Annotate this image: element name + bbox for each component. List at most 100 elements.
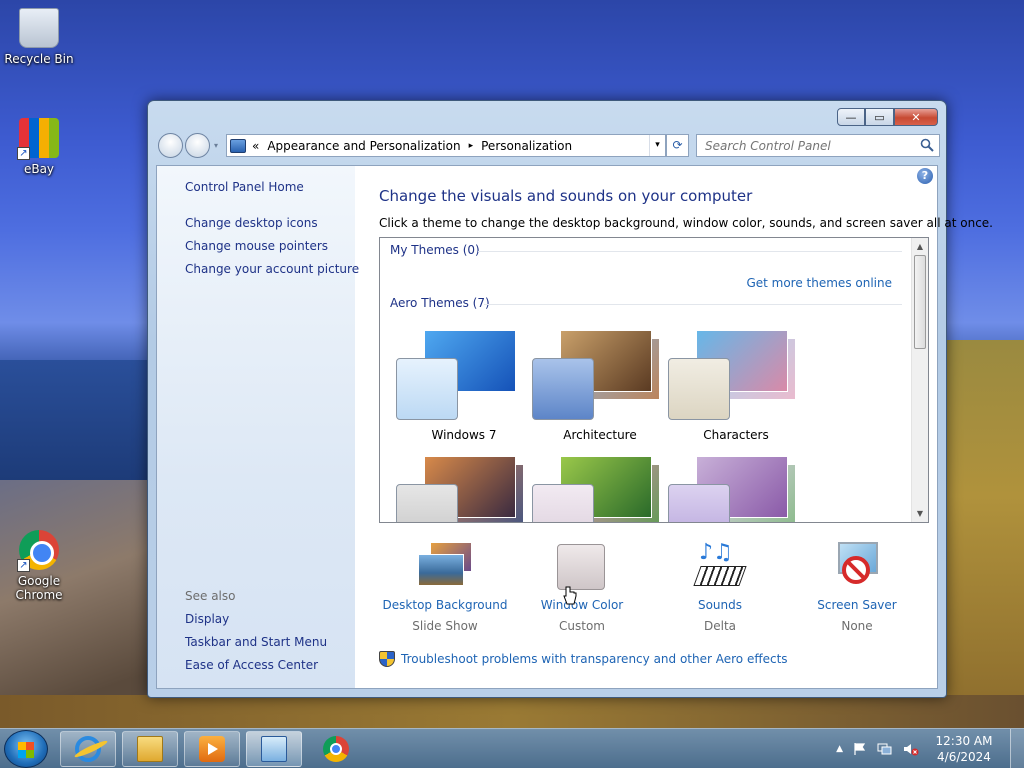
theme-color-swatch [532, 484, 594, 522]
desktop-icon-ebay[interactable]: ↗ eBay [1, 118, 77, 176]
scroll-up-arrow-icon[interactable]: ▲ [912, 238, 928, 255]
scroll-thumb[interactable] [914, 255, 926, 349]
address-chevrons[interactable]: « [252, 139, 259, 153]
media-player-icon [199, 736, 225, 762]
desktop-background-link[interactable]: Desktop Background [375, 598, 515, 612]
personalization-window: — ▭ ✕ ▾ « Appearance and Personalization… [147, 100, 993, 698]
change-desktop-icons-link[interactable]: Change desktop icons [185, 216, 318, 230]
desktop-wallpaper-grass [0, 695, 1024, 730]
search-input[interactable] [697, 135, 907, 156]
chrome-icon [323, 736, 349, 762]
notification-area: ▲ [831, 729, 924, 768]
forward-button[interactable] [185, 133, 210, 158]
chrome-icon: ↗ [17, 530, 59, 572]
desktop-background-item[interactable]: Desktop Background Slide Show [375, 540, 515, 633]
theme-color-swatch [668, 484, 730, 522]
taskbar-internet-explorer[interactable] [60, 731, 116, 767]
volume-muted-icon[interactable] [903, 742, 919, 756]
desktop-icon-google-chrome[interactable]: ↗ Google Chrome [1, 530, 77, 602]
window-color-value: Custom [559, 619, 605, 633]
network-icon[interactable] [877, 742, 893, 756]
theme-windows-7[interactable]: Windows 7 [396, 330, 532, 450]
theme-scenes[interactable] [668, 456, 804, 522]
window-color-item[interactable]: Window Color Custom [512, 540, 652, 633]
desktop-background-value: Slide Show [412, 619, 478, 633]
group-divider [478, 251, 902, 252]
troubleshoot-link[interactable]: Troubleshoot problems with transparency … [379, 651, 788, 667]
sounds-item[interactable]: ♪♫ Sounds Delta [650, 540, 790, 633]
theme-nature[interactable] [532, 456, 668, 522]
control-panel-icon [261, 736, 287, 762]
theme-label: Architecture [563, 428, 637, 442]
desktop-icon-label: Google Chrome [15, 574, 63, 602]
taskbar-control-panel[interactable] [246, 731, 302, 767]
see-also-heading: See also [185, 589, 236, 603]
desktop-wallpaper-cliff [0, 480, 160, 730]
my-themes-heading[interactable]: My Themes (0) [390, 243, 480, 257]
action-center-flag-icon[interactable] [853, 742, 867, 756]
breadcrumb-separator-icon[interactable]: ▸ [469, 141, 474, 151]
taskbar-start-menu-link[interactable]: Taskbar and Start Menu [185, 635, 327, 649]
theme-color-swatch [668, 358, 730, 420]
close-button[interactable]: ✕ [894, 108, 938, 126]
screen-saver-value: None [841, 619, 873, 633]
theme-list[interactable]: My Themes (0) Get more themes online Aer… [379, 237, 929, 523]
group-divider [484, 304, 902, 305]
theme-label: Windows 7 [431, 428, 497, 442]
folder-icon [137, 736, 163, 762]
breadcrumb-appearance[interactable]: Appearance and Personalization [267, 139, 460, 153]
search-icon[interactable] [919, 137, 935, 153]
show-desktop-button[interactable] [1010, 729, 1024, 768]
clock-date: 4/6/2024 [937, 750, 991, 764]
change-account-picture-link[interactable]: Change your account picture [185, 262, 359, 276]
sounds-value: Delta [703, 619, 736, 633]
theme-color-swatch [396, 484, 458, 522]
control-panel-home-link[interactable]: Control Panel Home [185, 180, 304, 194]
ease-of-access-link[interactable]: Ease of Access Center [185, 658, 318, 672]
show-hidden-icons-button[interactable]: ▲ [836, 744, 843, 754]
display-link[interactable]: Display [185, 612, 229, 626]
aero-themes-heading[interactable]: Aero Themes (7) [390, 296, 490, 310]
breadcrumb-personalization[interactable]: Personalization [481, 139, 572, 153]
desktop-icon-label: Recycle Bin [4, 52, 74, 66]
address-dropdown-button[interactable]: ▾ [649, 135, 665, 156]
address-bar[interactable]: « Appearance and Personalization ▸ Perso… [226, 134, 666, 157]
sounds-link[interactable]: Sounds [650, 598, 790, 612]
screen-saver-link[interactable]: Screen Saver [787, 598, 927, 612]
desktop-background-icon [416, 540, 474, 592]
change-mouse-pointers-link[interactable]: Change mouse pointers [185, 239, 328, 253]
minimize-button[interactable]: — [837, 108, 865, 126]
scroll-down-arrow-icon[interactable]: ▼ [912, 505, 928, 522]
page-title: Change the visuals and sounds on your co… [379, 187, 753, 205]
taskbar-google-chrome[interactable] [308, 731, 364, 767]
page-subtitle: Click a theme to change the desktop back… [379, 216, 993, 230]
navigation-bar: ▾ « Appearance and Personalization ▸ Per… [156, 133, 940, 159]
recent-pages-dropdown[interactable]: ▾ [214, 141, 224, 151]
theme-list-scrollbar[interactable]: ▲ ▼ [911, 238, 928, 522]
theme-landscapes[interactable] [396, 456, 532, 522]
theme-characters[interactable]: Characters [668, 330, 804, 450]
window-color-icon [553, 540, 611, 605]
help-icon[interactable]: ? [917, 168, 933, 184]
uac-shield-icon [379, 651, 395, 667]
get-more-themes-link[interactable]: Get more themes online [746, 276, 892, 290]
start-button[interactable] [4, 730, 48, 768]
refresh-button[interactable]: ⟳ [666, 134, 689, 157]
recycle-bin-icon [19, 8, 59, 48]
window-color-link[interactable]: Window Color [512, 598, 652, 612]
desktop-icon-recycle-bin[interactable]: Recycle Bin [1, 8, 77, 66]
maximize-button[interactable]: ▭ [865, 108, 894, 126]
caption-buttons: — ▭ ✕ [837, 108, 938, 126]
screen-saver-item[interactable]: Screen Saver None [787, 540, 927, 633]
troubleshoot-link-text[interactable]: Troubleshoot problems with transparency … [401, 652, 788, 666]
task-pane: Control Panel Home Change desktop icons … [157, 166, 359, 688]
internet-explorer-icon [73, 736, 109, 762]
clock[interactable]: 12:30 AM 4/6/2024 [934, 733, 994, 765]
theme-architecture[interactable]: Architecture [532, 330, 668, 450]
taskbar-windows-explorer[interactable] [122, 731, 178, 767]
desktop-icon-label: eBay [23, 162, 55, 176]
hand-cursor-icon [563, 586, 577, 605]
taskbar-media-player[interactable] [184, 731, 240, 767]
back-button[interactable] [158, 133, 183, 158]
main-pane: ? Change the visuals and sounds on your … [355, 166, 993, 688]
